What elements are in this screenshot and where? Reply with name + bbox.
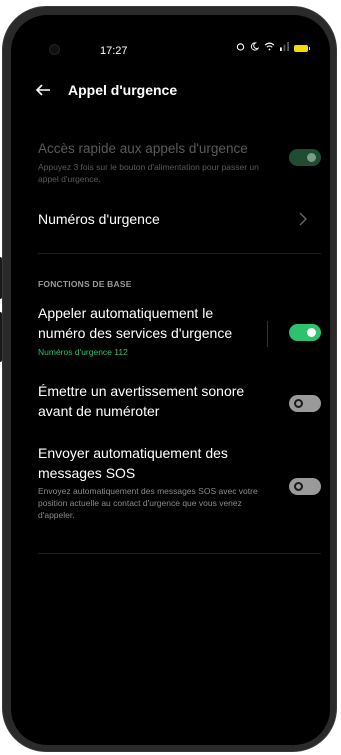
page-title: Appel d'urgence [68, 82, 178, 98]
auto-call-row[interactable]: Appeler automatiquement le numéro des se… [38, 303, 321, 357]
divider [38, 253, 321, 254]
toggle-knob [307, 328, 316, 337]
app-header: Appel d'urgence [11, 77, 330, 107]
status-time: 17:27 [100, 45, 128, 57]
signal-icon [280, 42, 289, 54]
toggle-knob [294, 399, 303, 408]
sound-warning-title: Émettre un avertissement sonore avant de… [38, 383, 245, 419]
quick-access-title: Accès rapide aux appels d'urgence [38, 141, 248, 156]
status-icons [236, 42, 310, 54]
toggle-knob [307, 153, 316, 162]
sos-messages-row[interactable]: Envoyer automatiquement des messages SOS… [38, 443, 321, 521]
alarm-icon [236, 42, 245, 54]
auto-call-subtitle[interactable]: Numéros d'urgence 112 [38, 347, 321, 357]
phone-frame: 17:27 Appel d'urgence Accès rapide aux a… [0, 6, 337, 752]
volume-button [0, 257, 2, 299]
emergency-numbers-label: Numéros d'urgence [38, 211, 160, 227]
sound-warning-toggle[interactable] [289, 395, 321, 412]
status-bar: 17:27 [11, 15, 330, 57]
chevron-right-icon [299, 209, 307, 229]
toggle-knob [294, 482, 303, 491]
section-header: FONCTIONS DE BASE [38, 279, 132, 289]
auto-call-toggle[interactable] [289, 324, 321, 341]
front-camera [49, 44, 60, 55]
sos-messages-title: Envoyer automatiquement des messages SOS [38, 445, 228, 481]
back-arrow-icon[interactable] [35, 79, 51, 103]
quick-access-row[interactable]: Accès rapide aux appels d'urgence Appuye… [38, 139, 321, 185]
sos-messages-toggle[interactable] [289, 478, 321, 495]
wifi-icon [264, 42, 275, 54]
sos-messages-subtitle: Envoyez automatiquement des messages SOS… [38, 486, 258, 520]
auto-call-title: Appeler automatiquement le numéro des se… [38, 305, 233, 341]
vertical-separator [267, 321, 268, 347]
do-not-disturb-icon [250, 42, 260, 54]
quick-access-subtitle: Appuyez 3 fois sur le bouton d'alimentat… [38, 162, 259, 184]
sound-warning-row[interactable]: Émettre un avertissement sonore avant de… [38, 381, 321, 421]
emergency-numbers-row[interactable]: Numéros d'urgence [38, 209, 321, 229]
power-button [0, 312, 2, 362]
divider [38, 553, 321, 554]
screen: 17:27 Appel d'urgence Accès rapide aux a… [11, 15, 330, 745]
battery-icon [294, 44, 310, 52]
quick-access-toggle[interactable] [289, 149, 321, 166]
